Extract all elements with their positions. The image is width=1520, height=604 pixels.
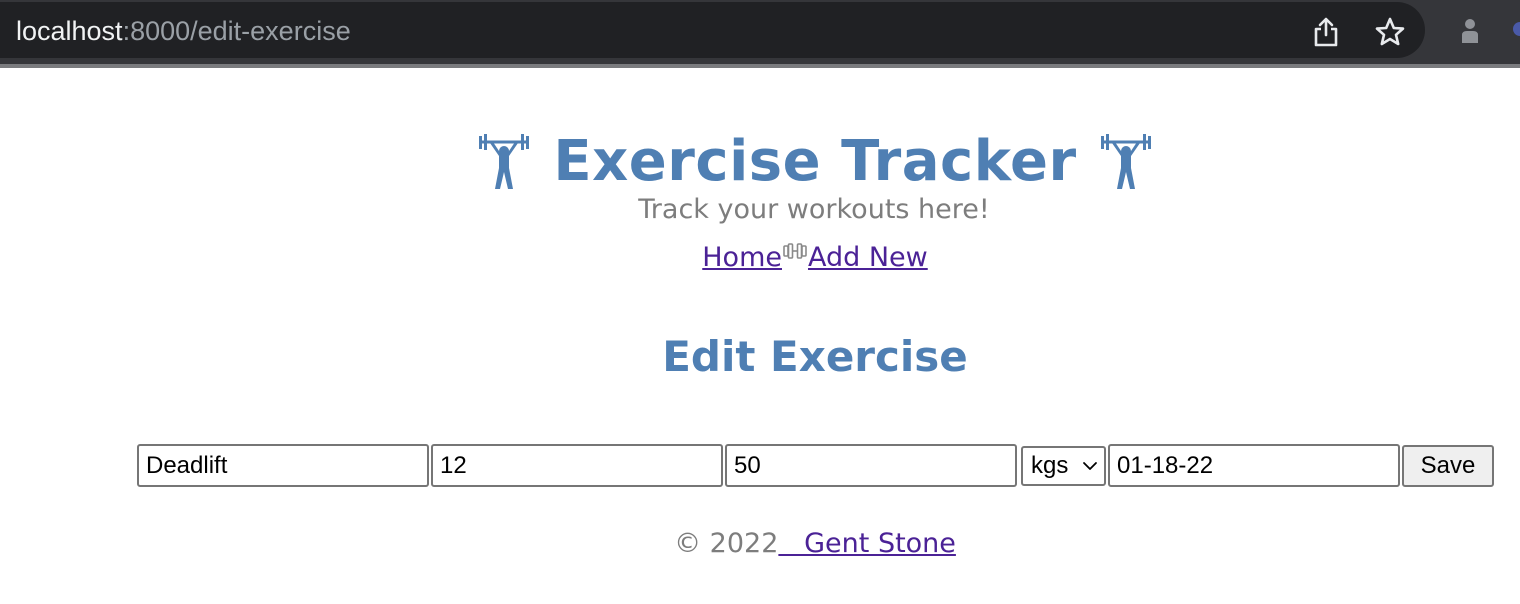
extension-icon[interactable] <box>1513 22 1520 36</box>
author-link[interactable]: Gent Stone <box>778 528 956 559</box>
app-subtitle: Track your workouts here! <box>638 194 990 225</box>
app-title: Exercise Tracker <box>553 129 1077 194</box>
edit-exercise-form: kgs Save <box>137 444 1494 487</box>
weightlifter-icon <box>479 134 530 189</box>
browser-toolbar: localhost:8000/edit-exercise <box>0 0 1520 64</box>
unit-select-value: kgs <box>1031 451 1069 479</box>
nav-home-link[interactable]: Home <box>702 242 782 273</box>
copyright-text: © 2022 <box>674 528 779 559</box>
url-text[interactable]: localhost:8000/edit-exercise <box>16 14 351 48</box>
profile-icon[interactable] <box>1457 15 1483 45</box>
exercise-name-input[interactable] <box>137 444 429 487</box>
url-path: :8000/edit-exercise <box>122 16 351 46</box>
dumbbell-icon <box>783 243 807 259</box>
address-bar[interactable]: localhost:8000/edit-exercise <box>0 2 1425 58</box>
weightlifter-icon <box>1100 134 1151 189</box>
main-nav: Home Add New <box>0 242 1520 273</box>
share-icon[interactable] <box>1312 16 1340 48</box>
date-input[interactable] <box>1108 444 1400 487</box>
footer: © 2022 Gent Stone <box>0 528 1520 559</box>
reps-input[interactable] <box>431 444 723 487</box>
page-title: Edit Exercise <box>662 332 968 381</box>
weight-input[interactable] <box>725 444 1017 487</box>
save-button[interactable]: Save <box>1402 444 1494 487</box>
bookmark-star-icon[interactable] <box>1374 16 1406 48</box>
toolbar-divider <box>0 64 1520 68</box>
unit-select[interactable]: kgs <box>1021 445 1106 486</box>
chevron-down-icon <box>1083 461 1097 470</box>
url-host: localhost <box>16 16 123 46</box>
page-header: Exercise Tracker <box>0 120 1520 204</box>
nav-add-new-link[interactable]: Add New <box>808 242 928 273</box>
